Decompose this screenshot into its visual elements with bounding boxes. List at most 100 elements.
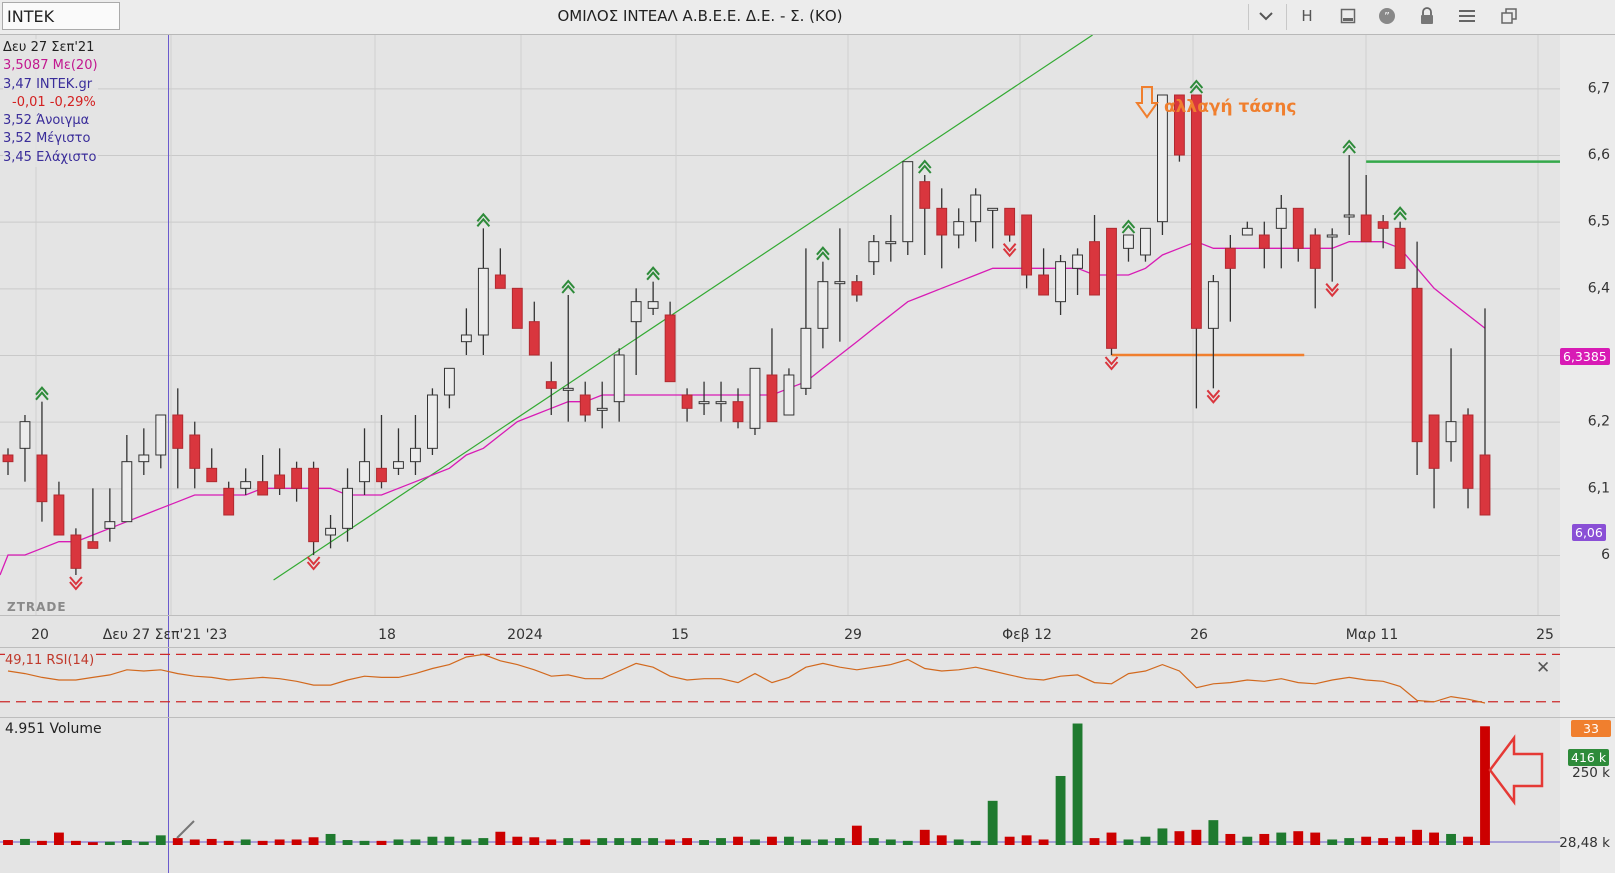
volume-bar (767, 836, 777, 845)
volume-bar (1463, 836, 1473, 845)
candle-body (715, 401, 727, 405)
volume-bar (1055, 775, 1066, 845)
candle (1394, 221, 1406, 269)
h-button[interactable]: H (1290, 3, 1324, 29)
chart-area[interactable]: 66,16,26,36,46,56,66,720Δευ 27 Σεπ'21 '2… (0, 35, 1615, 873)
volume-bar (885, 839, 896, 845)
volume-bar (240, 839, 251, 845)
volume-label: 4.951 Volume (5, 721, 102, 737)
candle-body (240, 481, 252, 489)
candle-body (189, 434, 201, 469)
info-ma: 3,5087 Με(20) (3, 58, 98, 74)
volume-bar (1293, 831, 1304, 845)
candle-body (1190, 94, 1202, 329)
candle-body (1258, 234, 1270, 249)
candle-body (1309, 234, 1321, 269)
volume-bar (953, 839, 964, 845)
volume-bar (1242, 836, 1253, 845)
volume-bar (1412, 829, 1423, 845)
volume-bar (1446, 833, 1456, 845)
volume-bar (325, 833, 336, 845)
candle-body (223, 487, 235, 516)
volume-bar (1208, 820, 1219, 845)
x-tick-label: 29 (844, 627, 862, 643)
volume-bar (54, 832, 64, 845)
candle-body (1445, 421, 1457, 443)
volume-bar (104, 841, 115, 845)
comment-button[interactable]: ” (1370, 3, 1404, 29)
volume-bar (563, 838, 574, 845)
quote-icon: ” (1379, 8, 1395, 24)
volume-tick-label: 250 k (1572, 765, 1610, 781)
volume-bar (1361, 836, 1372, 845)
volume-bar (20, 838, 30, 845)
candle-body (291, 467, 303, 489)
volume-bar (733, 836, 743, 845)
candle-body (36, 454, 48, 503)
volume-bar (70, 840, 81, 845)
x-tick-label: 20 (31, 627, 49, 643)
candle-body (511, 287, 523, 329)
candle-body (1038, 274, 1050, 296)
candle-body (1326, 234, 1338, 238)
candle-body (1140, 227, 1151, 256)
volume-bar (223, 840, 234, 845)
lock-button[interactable] (1410, 3, 1444, 29)
volume-bar (631, 838, 642, 845)
volume-bar (851, 825, 862, 845)
candle-body (851, 281, 863, 296)
volume-bar (1089, 838, 1100, 845)
candle-body (427, 394, 438, 449)
candle-body (664, 314, 676, 383)
volume-bar (529, 837, 540, 845)
panel-button[interactable] (1331, 3, 1365, 29)
volume-bar (1395, 836, 1406, 845)
volume-bar (37, 840, 47, 845)
candle-body (1360, 214, 1372, 243)
candle-body (393, 461, 404, 469)
menu-button[interactable] (1450, 3, 1484, 29)
volume-bar (614, 838, 625, 845)
symbol-input[interactable]: INTEK (2, 2, 120, 30)
volume-bar (902, 840, 913, 845)
y-tick-label: 6 (1601, 547, 1610, 563)
restore-button[interactable] (1492, 3, 1526, 29)
candle-body (206, 467, 218, 483)
volume-badge: 416 k (1568, 749, 1610, 766)
candle-body (477, 267, 489, 336)
candle-body (359, 461, 370, 483)
x-tick-label: Φεβ 12 (1002, 627, 1052, 643)
candle (902, 161, 914, 255)
y-tick-label: 6,5 (1588, 214, 1610, 230)
candle-body (70, 534, 82, 569)
candle-body (970, 194, 982, 223)
volume-bar (3, 840, 13, 845)
volume-bar (1191, 829, 1202, 845)
candle-body (919, 181, 931, 209)
info-date: Δευ 27 Σεπ'21 (3, 40, 95, 55)
candle-body (766, 374, 778, 423)
volume-bar (410, 839, 421, 845)
close-rsi-button[interactable]: ✕ (1536, 658, 1550, 678)
volume-bar (987, 800, 998, 845)
candle-body (1123, 234, 1134, 249)
y-tick-label: 6,7 (1588, 80, 1610, 96)
restore-icon (1501, 8, 1517, 24)
volume-bar (1140, 836, 1151, 845)
volume-bar (1480, 726, 1490, 845)
info-open: 3,52 Άνοιγμα (3, 113, 90, 129)
candle-body (1462, 414, 1474, 489)
candle-body (342, 487, 353, 529)
candle-body (325, 527, 336, 536)
volume-bar (1072, 723, 1083, 845)
volume-bar (597, 838, 608, 845)
dropdown-button[interactable] (1249, 3, 1283, 29)
volume-bar (970, 840, 981, 845)
candle (308, 461, 320, 555)
candle-body (817, 281, 829, 329)
candle-body (732, 401, 744, 423)
candle-body (528, 321, 540, 356)
info-high: 3,52 Μέγιστο (3, 131, 91, 147)
candle-body (647, 301, 659, 309)
volume-bar (1327, 839, 1338, 845)
